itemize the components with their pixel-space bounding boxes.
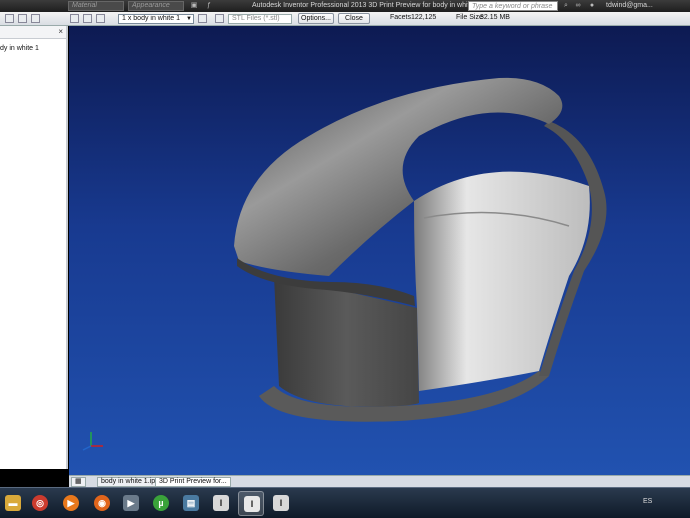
- taskbar-firefox[interactable]: ◉: [89, 491, 115, 516]
- doc-tab-part[interactable]: body in white 1.ipt: [97, 477, 162, 487]
- body-select[interactable]: 1 x body in white 1 ▼: [118, 14, 194, 24]
- signed-in-user[interactable]: tdwind@gma...: [606, 1, 653, 11]
- fx-icon[interactable]: ƒ: [205, 2, 213, 10]
- inventor-icon: I: [244, 496, 260, 512]
- qat-icon[interactable]: ▣: [190, 2, 198, 10]
- options-button-label: Options...: [301, 15, 331, 22]
- taskbar-network[interactable]: ▤: [178, 491, 204, 516]
- taskbar-explorer[interactable]: ▬: [0, 491, 26, 516]
- axis-triad: [82, 432, 103, 451]
- facets-value: 122,125: [411, 14, 437, 21]
- body-select-value: 1 x body in white 1: [122, 15, 180, 22]
- title-bar: Material Appearance ▣ ƒ Autodesk Invento…: [0, 0, 690, 12]
- doc-tab-print-preview[interactable]: 3D Print Preview for...: [155, 477, 231, 487]
- file-size-value: 32.15 MB: [480, 14, 510, 21]
- model-browser: × dy in white 1: [0, 26, 68, 469]
- browser-root-node[interactable]: dy in white 1: [0, 45, 66, 52]
- close-button[interactable]: Close: [338, 13, 370, 24]
- inventor-icon: I: [213, 495, 229, 511]
- media-player-icon: ▶: [63, 495, 79, 511]
- taskbar-inventor[interactable]: I: [208, 491, 234, 516]
- taskbar: ▬ ◎ ▶ ◉ ▶ µ ▤ I I I ES: [0, 487, 690, 518]
- help-search-input[interactable]: Type a keyword or phrase: [468, 1, 558, 11]
- tool-icon[interactable]: [31, 14, 40, 23]
- material-dropdown[interactable]: Material: [68, 1, 124, 11]
- utorrent-icon: µ: [153, 495, 169, 511]
- settings-icon[interactable]: [198, 14, 207, 23]
- close-button-label: Close: [345, 15, 363, 22]
- material-label: Material: [72, 2, 97, 9]
- taskbar-utorrent[interactable]: µ: [148, 491, 174, 516]
- help-search-placeholder: Type a keyword or phrase: [472, 3, 553, 10]
- search-icon[interactable]: ⌕: [562, 2, 570, 10]
- pan-icon[interactable]: [70, 14, 79, 23]
- file-type-select[interactable]: STL Files (*.stl): [228, 14, 292, 24]
- appearance-dropdown[interactable]: Appearance: [128, 1, 184, 11]
- doc-tab-grid-icon[interactable]: ▦: [71, 477, 86, 487]
- chevron-down-icon: ▼: [186, 16, 192, 22]
- taskbar-video[interactable]: ▶: [118, 491, 144, 516]
- appearance-label: Appearance: [132, 2, 170, 9]
- orbit-icon[interactable]: [96, 14, 105, 23]
- chrome-icon: ◎: [32, 495, 48, 511]
- print-preview-toolbar: 1 x body in white 1 ▼ STL Files (*.stl) …: [0, 12, 690, 26]
- document-tabs: ▦ body in white 1.ipt 3D Print Preview f…: [69, 475, 690, 487]
- user-icon[interactable]: ●: [588, 2, 596, 10]
- video-icon: ▶: [123, 495, 139, 511]
- inner-panel: [414, 171, 590, 391]
- taskbar-chrome[interactable]: ◎: [27, 491, 53, 516]
- model-render: [82, 77, 607, 451]
- taskbar-media-player[interactable]: ▶: [58, 491, 84, 516]
- taskbar-inventor-active[interactable]: I: [238, 491, 264, 516]
- close-icon[interactable]: ×: [58, 27, 63, 36]
- file-size-label: File Size: [456, 14, 483, 21]
- network-icon: ▤: [183, 495, 199, 511]
- browser-header: ×: [0, 26, 66, 39]
- file-type-value: STL Files (*.stl): [232, 15, 280, 22]
- firefox-icon: ◉: [94, 495, 110, 511]
- taskbar-inventor-2[interactable]: I: [268, 491, 294, 516]
- options-button[interactable]: Options...: [298, 13, 334, 24]
- language-indicator[interactable]: ES: [643, 498, 652, 505]
- graphics-viewport[interactable]: [69, 26, 690, 475]
- tool-icon[interactable]: [5, 14, 14, 23]
- binoculars-icon[interactable]: ∞: [574, 2, 582, 10]
- inventor-icon: I: [273, 495, 289, 511]
- window-title: Autodesk Inventor Professional 2013 3D P…: [252, 2, 480, 9]
- folder-icon: ▬: [5, 495, 21, 511]
- zoom-icon[interactable]: [83, 14, 92, 23]
- tool-icon[interactable]: [18, 14, 27, 23]
- facets-label: Facets: [390, 14, 412, 21]
- file-icon[interactable]: [215, 14, 224, 23]
